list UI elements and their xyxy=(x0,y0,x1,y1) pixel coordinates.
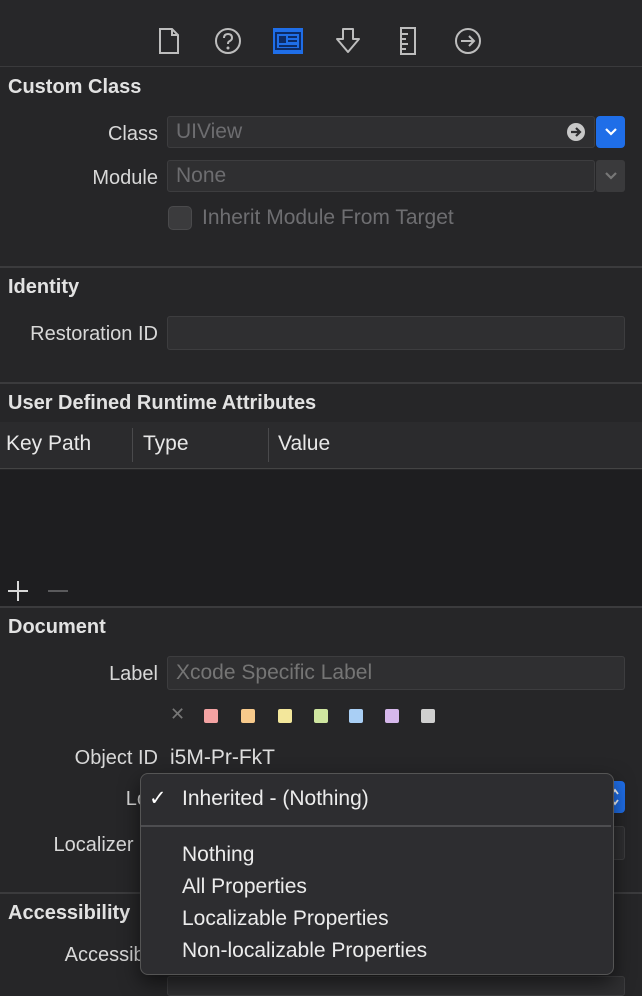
class-field[interactable]: UIView xyxy=(167,116,595,148)
connections-inspector-icon[interactable] xyxy=(451,24,485,58)
column-type[interactable]: Type xyxy=(143,432,189,456)
inspector-toolbar xyxy=(0,0,642,67)
column-value[interactable]: Value xyxy=(278,432,330,456)
runtime-attributes-title: User Defined Runtime Attributes xyxy=(8,392,317,414)
identity-title: Identity xyxy=(8,276,80,298)
swatch-gray[interactable] xyxy=(421,709,435,723)
swatch-yellow[interactable] xyxy=(278,709,292,723)
menu-item-non-localizable-properties[interactable]: Non-localizable Properties xyxy=(182,939,427,963)
menu-separator xyxy=(141,825,611,827)
swatch-green[interactable] xyxy=(314,709,328,723)
column-key-path[interactable]: Key Path xyxy=(6,432,91,456)
menu-item-nothing[interactable]: Nothing xyxy=(182,843,254,867)
class-label: Class xyxy=(107,123,158,145)
swatch-orange[interactable] xyxy=(241,709,255,723)
object-id-label: Object ID xyxy=(74,747,158,769)
column-divider xyxy=(132,428,133,462)
lock-label: Loc xyxy=(8,788,158,811)
menu-item-all-properties[interactable]: All Properties xyxy=(182,875,307,899)
restoration-id-field[interactable] xyxy=(167,316,625,350)
swatch-purple[interactable] xyxy=(385,709,399,723)
menu-item-inherited[interactable]: Inherited - (Nothing) xyxy=(182,787,369,811)
arrow-right-circle-icon[interactable] xyxy=(566,122,586,148)
checkmark-icon: ✓ xyxy=(149,787,167,810)
document-title: Document xyxy=(8,616,106,638)
swatch-red[interactable] xyxy=(204,709,218,723)
lock-popup-menu: ✓ Inherited - (Nothing) Nothing All Prop… xyxy=(140,773,614,975)
section-divider xyxy=(0,606,642,608)
module-value: None xyxy=(176,164,227,187)
column-divider xyxy=(268,428,269,462)
module-dropdown-button[interactable] xyxy=(596,160,625,192)
chevron-down-icon xyxy=(604,172,617,180)
accessibility-title: Accessibility xyxy=(8,902,131,924)
custom-class-title: Custom Class xyxy=(8,76,142,98)
attributes-inspector-icon[interactable] xyxy=(331,24,365,58)
size-inspector-icon[interactable] xyxy=(391,24,425,58)
class-dropdown-button[interactable] xyxy=(596,116,625,148)
quick-help-icon[interactable] xyxy=(211,24,245,58)
module-field[interactable]: None xyxy=(167,160,595,192)
label-label: Label xyxy=(109,663,158,685)
localizer-hint-label: Localizer Hi xyxy=(53,834,158,856)
runtime-attributes-header: Key Path Type Value xyxy=(0,422,642,469)
file-inspector-icon[interactable] xyxy=(152,24,186,58)
object-id-value: i5M-Pr-FkT xyxy=(170,746,275,769)
accessibility-label: Accessibili xyxy=(64,944,158,966)
chevron-down-icon xyxy=(604,128,617,136)
remove-icon[interactable] xyxy=(46,579,70,603)
identity-inspector-icon[interactable] xyxy=(271,24,305,58)
restoration-id-label: Restoration ID xyxy=(30,323,158,345)
menu-item-localizable-properties[interactable]: Localizable Properties xyxy=(182,907,389,931)
swatch-blue[interactable] xyxy=(349,709,363,723)
inherit-module-checkbox[interactable] xyxy=(168,206,192,230)
section-divider xyxy=(0,266,642,268)
class-value: UIView xyxy=(176,120,243,143)
accessibility-field[interactable] xyxy=(167,976,625,996)
module-label: Module xyxy=(92,167,158,189)
clear-label-color-icon[interactable]: ✕ xyxy=(170,704,185,725)
inherit-module-label: Inherit Module From Target xyxy=(202,206,454,229)
runtime-attributes-table[interactable] xyxy=(0,470,642,606)
section-divider xyxy=(0,382,642,384)
add-icon[interactable] xyxy=(6,579,30,603)
xcode-label-field[interactable] xyxy=(167,656,625,690)
